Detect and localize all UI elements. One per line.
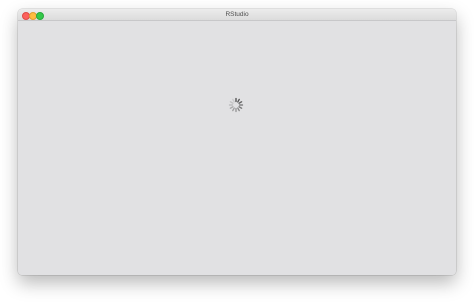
spinner-icon (228, 97, 244, 113)
title-bar[interactable]: RStudio (18, 9, 456, 21)
content-area (18, 21, 456, 275)
window-title: RStudio (225, 11, 249, 18)
app-window: RStudio (18, 9, 456, 275)
